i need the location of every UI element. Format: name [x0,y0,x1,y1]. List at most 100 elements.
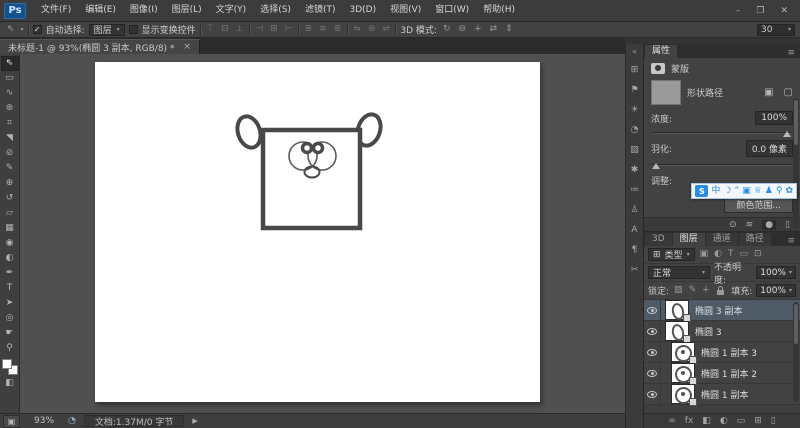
properties-scrollbar[interactable] [793,98,799,228]
document-tab[interactable]: 未标题-1 @ 93%(椭圆 3 副本, RGB/8) * × [0,39,200,54]
crop-tool[interactable]: ⌗ [1,116,19,131]
filter-smart-objects-icon[interactable]: ⊡ [753,250,763,259]
lock-position-icon[interactable]: ∔ [701,286,711,295]
quick-selection-tool[interactable]: ⊛ [1,101,19,116]
pen-tool[interactable]: ✒ [1,266,19,281]
path-selection-tool[interactable]: ➤ [1,296,19,311]
hand-tool[interactable]: ☛ [1,326,19,341]
clone-stamp-tool[interactable]: ⊕ [1,176,19,191]
account-icon[interactable]: ♟ [765,186,773,196]
close-tab-icon[interactable]: × [183,42,191,52]
layer-row-ellipse-3[interactable]: 椭圆 3 [644,321,800,343]
brush-tool[interactable]: ✎ [1,161,19,176]
filter-adjustment-layers-icon[interactable]: ◐ [713,250,723,259]
layer-thumbnail[interactable] [665,321,691,343]
3d-scale-icon[interactable]: ⇕ [503,25,515,34]
character-styles-panel-icon[interactable]: A [628,224,642,236]
ime-logo-icon[interactable]: S [695,185,709,197]
3d-pan-icon[interactable]: ∔ [472,25,484,34]
density-value-input[interactable]: 100% [755,111,793,125]
layer-name[interactable]: 椭圆 1 副本 3 [701,346,757,359]
distribute-bottom-icon[interactable]: ≣ [332,25,343,34]
add-vector-mask-icon[interactable]: ▢ [784,87,793,98]
screen-mode-button[interactable]: ▣ [3,414,20,428]
align-vcenter-icon[interactable]: ⊟ [220,25,231,34]
delete-mask-icon[interactable]: ▯ [785,220,790,230]
tab-layers[interactable]: 图层 [672,233,705,246]
expand-panels-icon[interactable]: « [632,47,637,56]
timeline-panel-icon[interactable]: ✂ [628,264,642,276]
layer-thumbnail[interactable] [665,300,691,322]
visibility-cell[interactable] [644,342,661,362]
eye-icon[interactable] [647,306,657,314]
feather-slider[interactable] [652,163,792,169]
link-layers-icon[interactable]: ∞ [668,416,676,426]
align-left-icon[interactable]: ⊣ [254,25,265,34]
clone-source-panel-icon[interactable]: ≔ [628,184,642,196]
add-pixel-mask-icon[interactable]: ▣ [764,87,773,98]
visibility-cell[interactable] [644,363,661,383]
align-hcenter-icon[interactable]: ⊞ [269,25,280,34]
spot-healing-brush-tool[interactable]: ⊘ [1,146,19,161]
ellipse-tool[interactable]: ◎ [1,311,19,326]
menu-select[interactable]: 选择(S) [253,0,298,21]
menu-edit[interactable]: 编辑(E) [78,0,123,21]
3d-rotate-icon[interactable]: ↻ [441,25,453,34]
filter-shape-layers-icon[interactable]: ▭ [738,250,749,259]
load-mask-selection-icon[interactable]: ⊙ [729,220,737,230]
menu-3d[interactable]: 3D(D) [342,0,383,21]
history-brush-tool[interactable]: ↺ [1,191,19,206]
eraser-tool[interactable]: ▱ [1,206,19,221]
type-tool[interactable]: T [1,281,19,296]
adjustments-panel-icon[interactable]: ✱ [628,164,642,176]
info-panel-icon[interactable]: ⊞ [628,64,642,76]
tab-3d[interactable]: 3D [645,233,672,246]
delete-layer-icon[interactable]: ▯ [771,416,776,426]
layer-row-ellipse-1-copy-2[interactable]: 椭圆 1 副本 2 [644,363,800,385]
tab-properties[interactable]: 属性 [645,45,678,58]
eye-icon[interactable] [647,327,657,335]
eyedropper-tool[interactable]: ◥ [1,131,19,146]
color-panel-icon[interactable]: ◔ [628,124,642,136]
eye-icon[interactable] [647,390,657,398]
apply-mask-icon[interactable]: ≋ [746,220,754,230]
search-icon[interactable]: ⚲ [776,186,783,196]
visibility-cell[interactable] [644,321,661,341]
lasso-tool[interactable]: ∿ [1,86,19,101]
mask-thumbnail[interactable] [651,80,681,105]
panel-menu-icon[interactable]: ≡ [783,236,799,246]
filter-type-layers-icon[interactable]: T [727,250,735,259]
dodge-tool[interactable]: ◐ [1,251,19,266]
minimize-button[interactable]: – [736,6,741,16]
layer-thumbnail[interactable] [671,363,697,385]
visibility-cell[interactable] [644,384,661,404]
distribute-top-icon[interactable]: ≣ [303,25,314,34]
lock-all-icon[interactable] [716,286,724,295]
filter-pixel-layers-icon[interactable]: ▣ [699,250,710,259]
density-slider-thumb[interactable] [783,131,791,137]
layer-group-icon[interactable]: ▭ [737,416,746,426]
feather-slider-thumb[interactable] [652,163,660,169]
3d-slide-icon[interactable]: ⇄ [488,25,500,34]
canvas[interactable] [95,62,540,402]
tool-preset-arrow-icon[interactable]: ▾ [21,26,24,33]
distribute-right-icon[interactable]: ⇌ [381,25,392,34]
menu-window[interactable]: 窗口(W) [428,0,476,21]
menu-help[interactable]: 帮助(H) [476,0,522,21]
quick-mask-button[interactable]: ◧ [1,376,19,391]
scrollbar-thumb[interactable] [794,304,798,344]
show-transform-checkbox[interactable] [128,25,138,34]
move-tool[interactable]: ⇖ [0,56,19,71]
layer-name[interactable]: 椭圆 1 副本 2 [701,367,757,380]
auto-select-checkbox[interactable]: ✓ [32,25,42,34]
menu-layer[interactable]: 图层(L) [165,0,209,21]
auto-select-dropdown[interactable]: 图层 ▾ [88,23,125,36]
tab-channels[interactable]: 通道 [705,233,738,246]
distribute-vcenter-icon[interactable]: ≡ [318,25,329,34]
layer-effects-icon[interactable]: fx [685,416,694,426]
layer-row-ellipse-1-copy-3[interactable]: 椭圆 1 副本 3 [644,342,800,364]
zoom-tool[interactable]: ⚲ [1,341,19,356]
distribute-hcenter-icon[interactable]: ⊜ [366,25,377,34]
styles-panel-icon[interactable]: ☀ [628,104,642,116]
navigator-panel-icon[interactable]: ⚑ [628,84,642,96]
